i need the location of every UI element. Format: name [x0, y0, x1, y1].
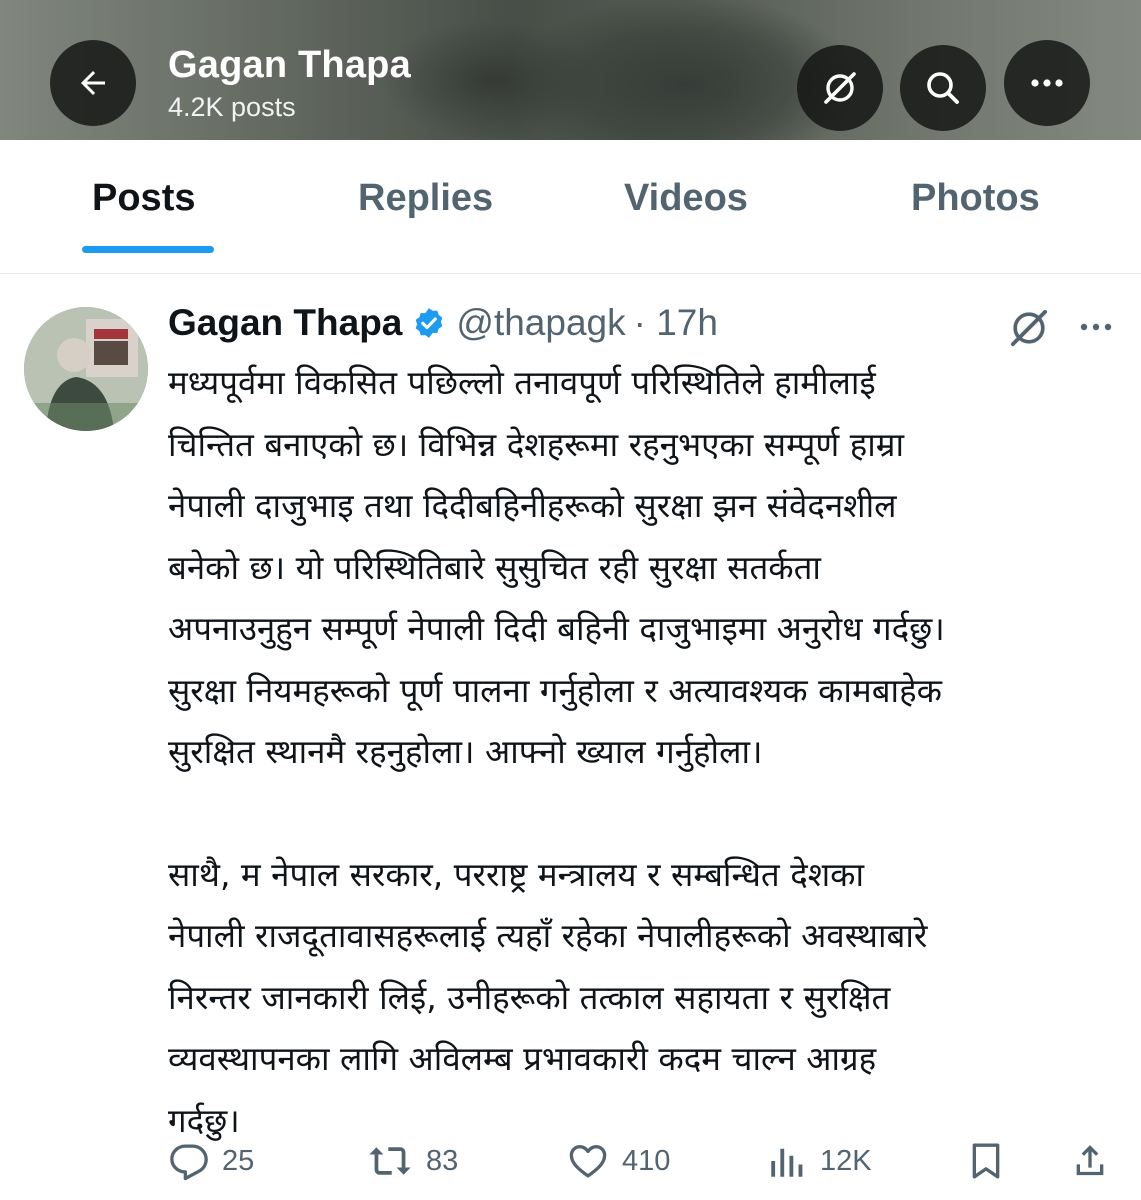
avatar-image [24, 307, 148, 431]
tweet-line: मध्यपूर्वमा विकसित पछिल्लो तनावपूर्ण परि… [168, 363, 876, 402]
analytics-icon [771, 1148, 803, 1177]
avatar[interactable] [24, 307, 148, 431]
tab-videos[interactable]: Videos [624, 177, 748, 220]
arrow-left-icon [81, 71, 105, 95]
view-count: 12K [820, 1144, 872, 1177]
tweet-author-name[interactable]: Gagan Thapa [168, 302, 402, 344]
search-icon [927, 72, 959, 104]
search-button[interactable] [900, 45, 986, 131]
profile-tabs: Posts Replies Videos Photos [0, 140, 1141, 254]
verified-badge-icon [416, 308, 443, 338]
tweet-actions: 25 83 410 12K [0, 1140, 1141, 1196]
more-icon [1031, 79, 1063, 87]
tweet-line: व्यवस्थापनका लागि अविलम्ब प्रभावकारी कदम… [168, 1039, 877, 1078]
tab-photos[interactable]: Photos [911, 177, 1040, 220]
tab-posts[interactable]: Posts [92, 177, 195, 220]
tweet-line: निरन्तर जानकारी लिई, उनीहरूको तत्काल सहा… [168, 977, 891, 1017]
bookmark-button[interactable] [966, 1140, 1006, 1182]
like-count: 410 [622, 1144, 671, 1177]
tweet-line: साथै, म नेपाल सरकार, परराष्ट्र मन्त्रालय… [168, 854, 865, 894]
tweet-line: अपनाउनुहुन सम्पूर्ण नेपाली दिदी बहिनी दा… [168, 609, 945, 648]
back-button[interactable] [50, 40, 136, 126]
header-post-count: 4.2K posts [168, 92, 296, 122]
tweet-header: Gagan Thapa @thapagk · 17h [168, 302, 718, 344]
reply-button[interactable]: 25 [168, 1140, 254, 1182]
grok-button[interactable] [797, 45, 883, 131]
tweet-line: नेपाली दाजुभाइ तथा दिदीबहिनीहरूको सुरक्ष… [168, 486, 897, 525]
more-options-button[interactable] [1004, 40, 1090, 126]
repost-button[interactable]: 83 [366, 1140, 458, 1182]
repost-count: 83 [426, 1144, 459, 1177]
reply-icon [170, 1144, 208, 1181]
reply-count: 25 [222, 1144, 255, 1177]
divider [0, 273, 1141, 274]
tweet-line: गर्दछु। [168, 1100, 240, 1140]
views-button[interactable]: 12K [766, 1140, 872, 1182]
tweet-paragraph-1: मध्यपूर्वमा विकसित पछिल्लो तनावपूर्ण परि… [168, 352, 1128, 783]
tweet-more-icon[interactable] [1076, 310, 1116, 344]
share-icon [1076, 1145, 1104, 1176]
share-button[interactable] [1070, 1140, 1110, 1182]
tweet-line: सुरक्षित स्थानमै रहनुहोला। आफ्नो ख्याल ग… [168, 732, 763, 771]
profile-header: Gagan Thapa 4.2K posts [0, 0, 1141, 140]
grok-icon[interactable] [1006, 305, 1052, 351]
tweet-paragraph-2: साथै, म नेपाल सरकार, परराष्ट्र मन्त्रालय… [168, 844, 1128, 1152]
bookmark-icon [972, 1143, 1000, 1179]
repost-icon [369, 1147, 411, 1175]
tweet-timestamp[interactable]: · 17h [634, 302, 718, 344]
like-button[interactable]: 410 [566, 1140, 670, 1182]
active-tab-indicator [82, 246, 214, 253]
heart-icon [569, 1144, 607, 1178]
tab-replies[interactable]: Replies [358, 177, 493, 220]
tweet-handle[interactable]: @thapagk [456, 302, 625, 344]
tweet-line: चिन्तित बनाएको छ। विभिन्न देशहरूमा रहनुभ… [168, 424, 905, 464]
tweet-text: मध्यपूर्वमा विकसित पछिल्लो तनावपूर्ण परि… [168, 352, 1128, 1151]
tweet-line: नेपाली राजदूतावासहरूलाई त्यहाँ रहेका नेप… [168, 916, 928, 955]
grok-icon [824, 72, 856, 104]
tweet-line: बनेको छ। यो परिस्थितिबारे सुसुचित रही सु… [168, 547, 821, 587]
tweet-line: सुरक्षा नियमहरूको पूर्ण पालना गर्नुहोला … [168, 670, 942, 710]
header-profile-name: Gagan Thapa [168, 44, 411, 86]
